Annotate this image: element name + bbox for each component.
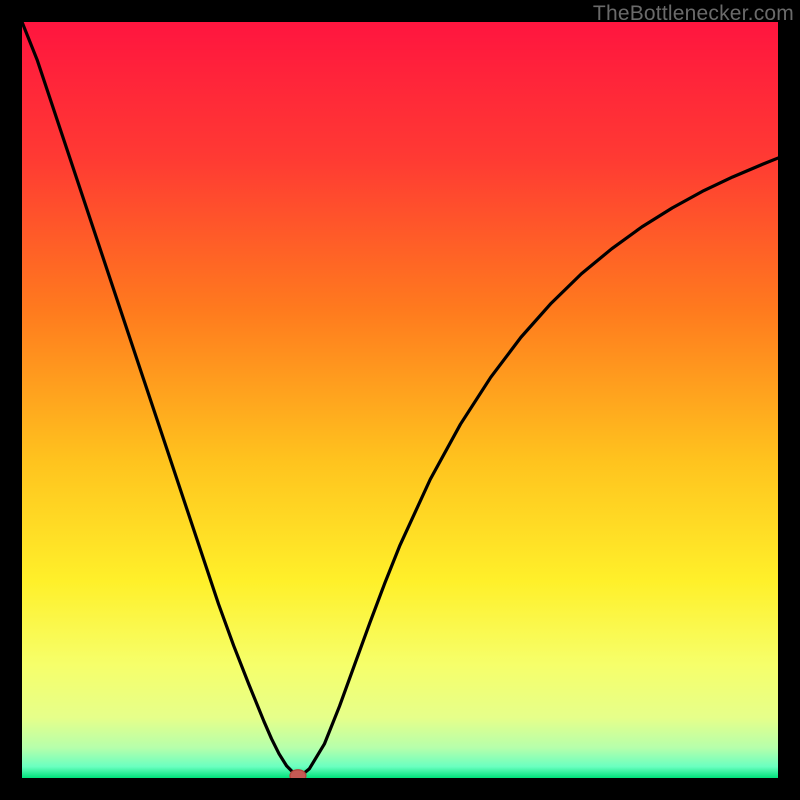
optimal-point-marker [290, 770, 306, 778]
bottleneck-chart [22, 22, 778, 778]
watermark-text: TheBottlenecker.com [593, 2, 794, 26]
gradient-background [22, 22, 778, 778]
chart-frame [22, 22, 778, 778]
